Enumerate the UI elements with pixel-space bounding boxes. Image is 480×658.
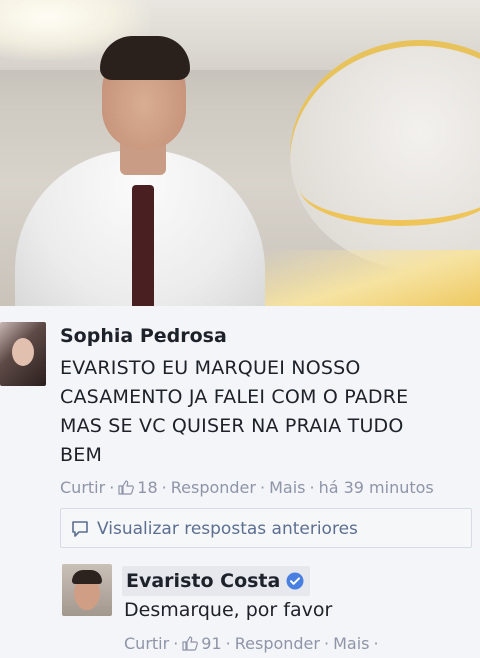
person-hair — [100, 36, 190, 80]
like-link[interactable]: Curtir — [60, 478, 105, 497]
avatar-face — [12, 338, 34, 366]
like-count[interactable]: 18 — [118, 478, 158, 497]
comment-text: EVARISTO EU MARQUEI NOSSO CASAMENTO JA F… — [60, 354, 470, 470]
more-link[interactable]: Mais — [333, 634, 369, 653]
separator: · — [259, 478, 266, 497]
reply-author-name[interactable]: Evaristo Costa — [126, 566, 280, 596]
comment-author-name[interactable]: Sophia Pedrosa — [60, 325, 227, 347]
reply-link[interactable]: Responder — [171, 478, 256, 497]
comment-text-line: BEM — [60, 444, 103, 466]
reply-author[interactable]: Evaristo Costa — [122, 566, 311, 596]
comment-actions: Curtir · 18 · Responder · Mais · há 39 minutos — [60, 478, 434, 497]
reply-text: Desmarque, por favor — [124, 599, 333, 621]
comment-text-line: CASAMENTO JA FALEI COM O PADRE — [60, 386, 409, 408]
sophia-avatar[interactable] — [0, 322, 46, 386]
person-tie — [132, 185, 154, 306]
evaristo-avatar[interactable] — [62, 564, 112, 616]
separator: · — [109, 478, 115, 497]
avatar-hair — [72, 570, 102, 584]
post-photo[interactable] — [0, 0, 480, 306]
separator: · — [173, 634, 179, 653]
like-count[interactable]: 91 — [182, 634, 222, 653]
comment-text-line: EVARISTO EU MARQUEI NOSSO — [60, 357, 361, 379]
reply-link[interactable]: Responder — [235, 634, 320, 653]
separator: · — [161, 478, 167, 497]
view-previous-replies-button[interactable]: Visualizar respostas anteriores — [60, 508, 472, 548]
like-count-value: 91 — [201, 634, 222, 653]
floor-light-stripe — [232, 250, 480, 306]
separator: · — [225, 634, 231, 653]
timestamp-link[interactable]: há 39 minutos — [319, 478, 434, 497]
like-count-value: 18 — [137, 478, 158, 497]
comment-bubble-icon — [72, 521, 88, 537]
thumbs-up-icon — [118, 480, 135, 495]
separator: · — [323, 634, 330, 653]
separator: · — [309, 478, 315, 497]
like-link[interactable]: Curtir — [124, 634, 169, 653]
verified-badge-icon — [286, 572, 304, 590]
reply-actions: Curtir · 91 · Responder · Mais · — [124, 634, 383, 653]
more-link[interactable]: Mais — [269, 478, 305, 497]
comment-text-line: MAS SE VC QUISER NA PRAIA TUDO — [60, 415, 404, 437]
thumbs-up-icon — [182, 636, 199, 651]
separator: · — [373, 634, 379, 653]
view-previous-replies-label: Visualizar respostas anteriores — [97, 519, 358, 539]
